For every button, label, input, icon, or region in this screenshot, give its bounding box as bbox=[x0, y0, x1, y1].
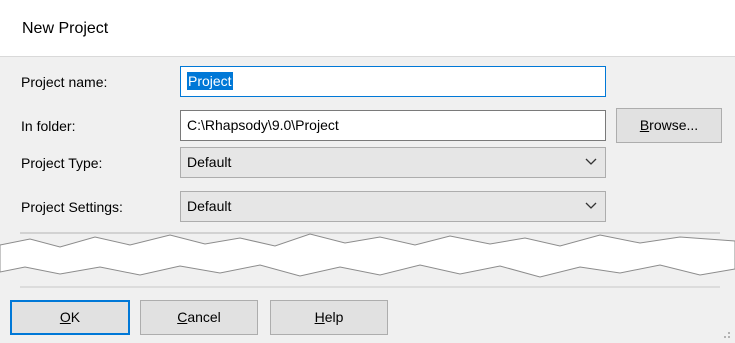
in-folder-value: C:\Rhapsody\9.0\Project bbox=[187, 117, 339, 133]
project-name-value: Project bbox=[187, 72, 233, 90]
ok-button[interactable]: OK bbox=[10, 300, 130, 335]
dialog-title: New Project bbox=[22, 20, 109, 37]
project-settings-select[interactable]: Default bbox=[180, 191, 606, 222]
project-settings-label: Project Settings: bbox=[21, 199, 123, 215]
browse-label-mnemonic: B bbox=[639, 117, 650, 133]
chevron-down-icon bbox=[585, 158, 597, 165]
help-button[interactable]: Help bbox=[270, 300, 388, 335]
resize-grip-icon[interactable] bbox=[721, 329, 731, 339]
ok-label-mnemonic: O bbox=[59, 309, 71, 325]
in-folder-input[interactable]: C:\Rhapsody\9.0\Project bbox=[180, 110, 606, 141]
cancel-label-post: ancel bbox=[187, 309, 221, 325]
new-project-dialog: New Project Project name: Project In fol… bbox=[0, 0, 735, 343]
dialog-titlebar: New Project bbox=[0, 0, 735, 57]
help-label-post: elp bbox=[324, 309, 344, 325]
project-type-label: Project Type: bbox=[21, 155, 103, 171]
chevron-down-icon bbox=[585, 202, 597, 209]
cancel-label-mnemonic: C bbox=[177, 309, 188, 325]
in-folder-label: In folder: bbox=[21, 118, 76, 134]
project-name-input[interactable]: Project bbox=[180, 66, 606, 97]
project-type-select[interactable]: Default bbox=[180, 147, 606, 178]
project-type-value: Default bbox=[187, 154, 232, 170]
ok-label-post: K bbox=[70, 309, 81, 325]
cancel-button[interactable]: Cancel bbox=[140, 300, 258, 335]
help-label-mnemonic: H bbox=[314, 309, 325, 325]
torn-edge-divider bbox=[0, 225, 735, 295]
browse-label-post: rowse... bbox=[649, 117, 699, 133]
browse-button[interactable]: Browse... bbox=[616, 108, 722, 143]
project-settings-value: Default bbox=[187, 198, 232, 214]
project-name-label: Project name: bbox=[21, 74, 108, 90]
